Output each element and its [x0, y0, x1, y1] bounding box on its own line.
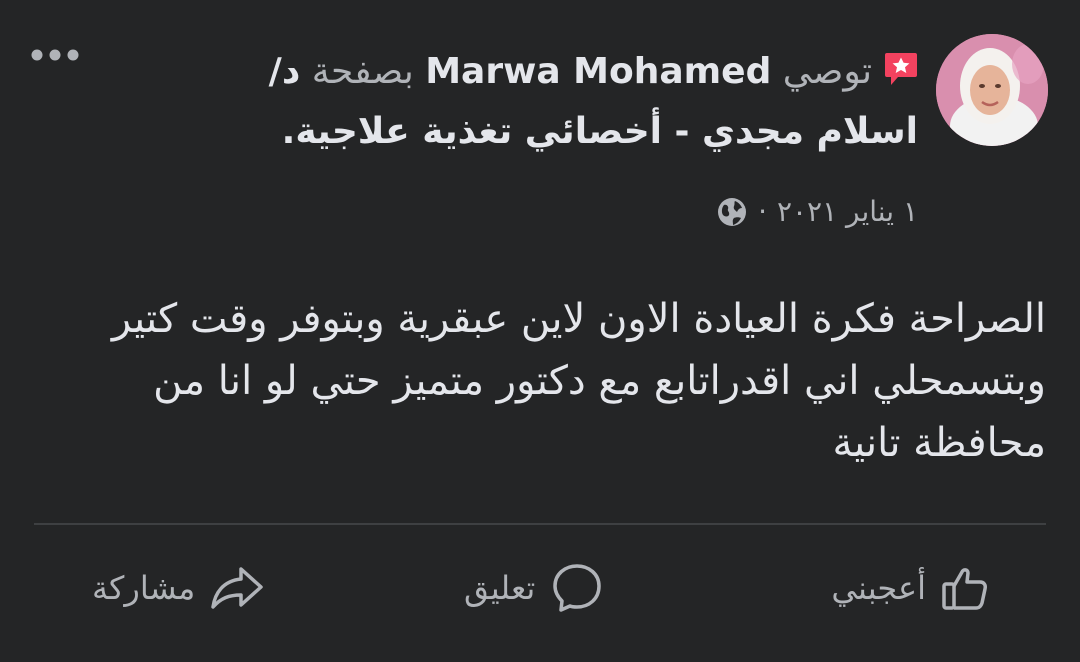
- share-button[interactable]: مشاركة: [92, 548, 265, 628]
- share-arrow-icon: [211, 567, 264, 609]
- share-label: مشاركة: [92, 569, 196, 607]
- page-prefix: بصفحة: [311, 51, 414, 92]
- like-button[interactable]: أعجبني: [831, 548, 992, 628]
- avatar[interactable]: [936, 34, 1048, 146]
- comment-label: تعليق: [464, 569, 536, 607]
- meta-separator: ·: [758, 195, 767, 228]
- globe-icon: [718, 198, 747, 226]
- page-name-period: .: [281, 111, 296, 152]
- author-name[interactable]: Marwa Mohamed: [425, 51, 771, 92]
- post-meta: ١ يناير ٢٠٢١ ·: [716, 192, 918, 232]
- comment-button[interactable]: تعليق: [464, 548, 605, 628]
- thumbs-up-icon: [942, 568, 987, 610]
- avatar-image: [936, 34, 1048, 146]
- recommend-star-icon: [885, 53, 917, 85]
- comment-bubble-icon: [553, 564, 602, 612]
- post-card: توصي Marwa Mohamed بصفحة د/ اسلام مجدي -…: [0, 0, 1080, 662]
- more-options-icon[interactable]: [30, 40, 80, 70]
- post-actions: أعجبني تعليق مشاركة: [34, 548, 1046, 628]
- like-label: أعجبني: [831, 569, 926, 607]
- recommends-label: توصي: [782, 51, 872, 92]
- divider: [34, 523, 1046, 525]
- post-text: الصراحة فكرة العيادة الاون لاين عبقرية و…: [111, 296, 1046, 466]
- post-header: توصي Marwa Mohamed بصفحة د/ اسلام مجدي -…: [158, 42, 918, 162]
- post-date[interactable]: ١ يناير ٢٠٢١: [777, 192, 918, 232]
